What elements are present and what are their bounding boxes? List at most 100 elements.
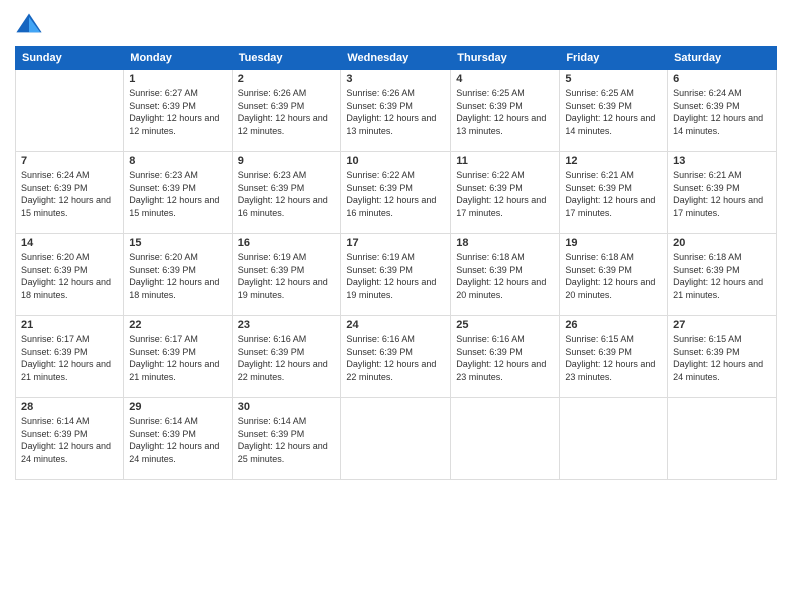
calendar-cell: 23 Sunrise: 6:16 AM Sunset: 6:39 PM Dayli…: [232, 316, 341, 398]
calendar-cell: 24 Sunrise: 6:16 AM Sunset: 6:39 PM Dayli…: [341, 316, 451, 398]
day-info: Sunrise: 6:22 AM Sunset: 6:39 PM Dayligh…: [456, 169, 554, 219]
generalblue-logo-icon: [15, 10, 43, 38]
day-number: 19: [565, 237, 662, 249]
day-number: 14: [21, 237, 118, 249]
calendar-cell: 18 Sunrise: 6:18 AM Sunset: 6:39 PM Dayli…: [451, 234, 560, 316]
day-info: Sunrise: 6:19 AM Sunset: 6:39 PM Dayligh…: [238, 251, 336, 301]
col-header-wednesday: Wednesday: [341, 47, 451, 70]
calendar-cell: 15 Sunrise: 6:20 AM Sunset: 6:39 PM Dayli…: [124, 234, 232, 316]
day-number: 29: [129, 401, 226, 413]
calendar-cell: 17 Sunrise: 6:19 AM Sunset: 6:39 PM Dayli…: [341, 234, 451, 316]
day-number: 11: [456, 155, 554, 167]
day-number: 1: [129, 73, 226, 85]
day-info: Sunrise: 6:26 AM Sunset: 6:39 PM Dayligh…: [238, 87, 336, 137]
calendar-header-row: SundayMondayTuesdayWednesdayThursdayFrid…: [16, 47, 777, 70]
col-header-saturday: Saturday: [668, 47, 777, 70]
calendar-week-row: 14 Sunrise: 6:20 AM Sunset: 6:39 PM Dayli…: [16, 234, 777, 316]
day-info: Sunrise: 6:24 AM Sunset: 6:39 PM Dayligh…: [21, 169, 118, 219]
calendar-cell: 27 Sunrise: 6:15 AM Sunset: 6:39 PM Dayli…: [668, 316, 777, 398]
col-header-friday: Friday: [560, 47, 668, 70]
day-number: 27: [673, 319, 771, 331]
calendar-cell: 1 Sunrise: 6:27 AM Sunset: 6:39 PM Daylig…: [124, 70, 232, 152]
calendar-cell: 4 Sunrise: 6:25 AM Sunset: 6:39 PM Daylig…: [451, 70, 560, 152]
day-info: Sunrise: 6:14 AM Sunset: 6:39 PM Dayligh…: [129, 415, 226, 465]
day-info: Sunrise: 6:24 AM Sunset: 6:39 PM Dayligh…: [673, 87, 771, 137]
calendar-cell: 10Sunrise: 6:22 AM Sunset: 6:39 PM Dayli…: [341, 152, 451, 234]
calendar-cell: [16, 70, 124, 152]
calendar-cell: 26 Sunrise: 6:15 AM Sunset: 6:39 PM Dayli…: [560, 316, 668, 398]
calendar-cell: 20 Sunrise: 6:18 AM Sunset: 6:39 PM Dayli…: [668, 234, 777, 316]
col-header-thursday: Thursday: [451, 47, 560, 70]
day-number: 7: [21, 155, 118, 167]
day-info: Sunrise: 6:16 AM Sunset: 6:39 PM Dayligh…: [346, 333, 445, 383]
calendar-cell: 9 Sunrise: 6:23 AM Sunset: 6:39 PM Daylig…: [232, 152, 341, 234]
calendar-cell: 29 Sunrise: 6:14 AM Sunset: 6:39 PM Dayli…: [124, 398, 232, 480]
day-number: 13: [673, 155, 771, 167]
calendar-cell: 16 Sunrise: 6:19 AM Sunset: 6:39 PM Dayli…: [232, 234, 341, 316]
day-number: 21: [21, 319, 118, 331]
day-number: 3: [346, 73, 445, 85]
calendar-cell: 30Sunrise: 6:14 AM Sunset: 6:39 PM Dayli…: [232, 398, 341, 480]
calendar-week-row: 21 Sunrise: 6:17 AM Sunset: 6:39 PM Dayli…: [16, 316, 777, 398]
day-number: 2: [238, 73, 336, 85]
calendar-week-row: 7 Sunrise: 6:24 AM Sunset: 6:39 PM Daylig…: [16, 152, 777, 234]
day-info: Sunrise: 6:17 AM Sunset: 6:39 PM Dayligh…: [21, 333, 118, 383]
calendar-cell: 3 Sunrise: 6:26 AM Sunset: 6:39 PM Daylig…: [341, 70, 451, 152]
day-info: Sunrise: 6:20 AM Sunset: 6:39 PM Dayligh…: [129, 251, 226, 301]
day-info: Sunrise: 6:17 AM Sunset: 6:39 PM Dayligh…: [129, 333, 226, 383]
day-number: 23: [238, 319, 336, 331]
col-header-monday: Monday: [124, 47, 232, 70]
day-number: 15: [129, 237, 226, 249]
day-info: Sunrise: 6:15 AM Sunset: 6:39 PM Dayligh…: [673, 333, 771, 383]
day-number: 9: [238, 155, 336, 167]
calendar-cell: [668, 398, 777, 480]
day-info: Sunrise: 6:16 AM Sunset: 6:39 PM Dayligh…: [238, 333, 336, 383]
calendar-cell: 13 Sunrise: 6:21 AM Sunset: 6:39 PM Dayli…: [668, 152, 777, 234]
day-number: 10: [346, 155, 445, 167]
day-number: 4: [456, 73, 554, 85]
day-number: 6: [673, 73, 771, 85]
logo: [15, 10, 47, 38]
day-info: Sunrise: 6:21 AM Sunset: 6:39 PM Dayligh…: [673, 169, 771, 219]
day-number: 16: [238, 237, 336, 249]
calendar-cell: 8Sunrise: 6:23 AM Sunset: 6:39 PM Daylig…: [124, 152, 232, 234]
calendar-cell: 7 Sunrise: 6:24 AM Sunset: 6:39 PM Daylig…: [16, 152, 124, 234]
calendar-cell: 21 Sunrise: 6:17 AM Sunset: 6:39 PM Dayli…: [16, 316, 124, 398]
day-info: Sunrise: 6:18 AM Sunset: 6:39 PM Dayligh…: [456, 251, 554, 301]
calendar-cell: 19 Sunrise: 6:18 AM Sunset: 6:39 PM Dayli…: [560, 234, 668, 316]
day-info: Sunrise: 6:25 AM Sunset: 6:39 PM Dayligh…: [565, 87, 662, 137]
calendar-cell: [560, 398, 668, 480]
day-info: Sunrise: 6:15 AM Sunset: 6:39 PM Dayligh…: [565, 333, 662, 383]
day-info: Sunrise: 6:26 AM Sunset: 6:39 PM Dayligh…: [346, 87, 445, 137]
day-number: 20: [673, 237, 771, 249]
calendar-cell: 2 Sunrise: 6:26 AM Sunset: 6:39 PM Daylig…: [232, 70, 341, 152]
day-number: 22: [129, 319, 226, 331]
day-info: Sunrise: 6:14 AM Sunset: 6:39 PM Dayligh…: [21, 415, 118, 465]
day-number: 24: [346, 319, 445, 331]
day-info: Sunrise: 6:25 AM Sunset: 6:39 PM Dayligh…: [456, 87, 554, 137]
day-number: 18: [456, 237, 554, 249]
col-header-tuesday: Tuesday: [232, 47, 341, 70]
day-number: 17: [346, 237, 445, 249]
col-header-sunday: Sunday: [16, 47, 124, 70]
day-info: Sunrise: 6:20 AM Sunset: 6:39 PM Dayligh…: [21, 251, 118, 301]
day-number: 12: [565, 155, 662, 167]
day-info: Sunrise: 6:27 AM Sunset: 6:39 PM Dayligh…: [129, 87, 226, 137]
day-number: 5: [565, 73, 662, 85]
day-info: Sunrise: 6:16 AM Sunset: 6:39 PM Dayligh…: [456, 333, 554, 383]
calendar-cell: 25Sunrise: 6:16 AM Sunset: 6:39 PM Dayli…: [451, 316, 560, 398]
day-info: Sunrise: 6:23 AM Sunset: 6:39 PM Dayligh…: [129, 169, 226, 219]
calendar-cell: 12Sunrise: 6:21 AM Sunset: 6:39 PM Dayli…: [560, 152, 668, 234]
day-info: Sunrise: 6:19 AM Sunset: 6:39 PM Dayligh…: [346, 251, 445, 301]
calendar-table: SundayMondayTuesdayWednesdayThursdayFrid…: [15, 46, 777, 480]
day-number: 28: [21, 401, 118, 413]
day-info: Sunrise: 6:23 AM Sunset: 6:39 PM Dayligh…: [238, 169, 336, 219]
day-number: 26: [565, 319, 662, 331]
day-number: 30: [238, 401, 336, 413]
day-info: Sunrise: 6:18 AM Sunset: 6:39 PM Dayligh…: [673, 251, 771, 301]
calendar-cell: [451, 398, 560, 480]
day-info: Sunrise: 6:18 AM Sunset: 6:39 PM Dayligh…: [565, 251, 662, 301]
calendar-cell: 6 Sunrise: 6:24 AM Sunset: 6:39 PM Daylig…: [668, 70, 777, 152]
calendar-cell: [341, 398, 451, 480]
calendar-cell: 14 Sunrise: 6:20 AM Sunset: 6:39 PM Dayli…: [16, 234, 124, 316]
